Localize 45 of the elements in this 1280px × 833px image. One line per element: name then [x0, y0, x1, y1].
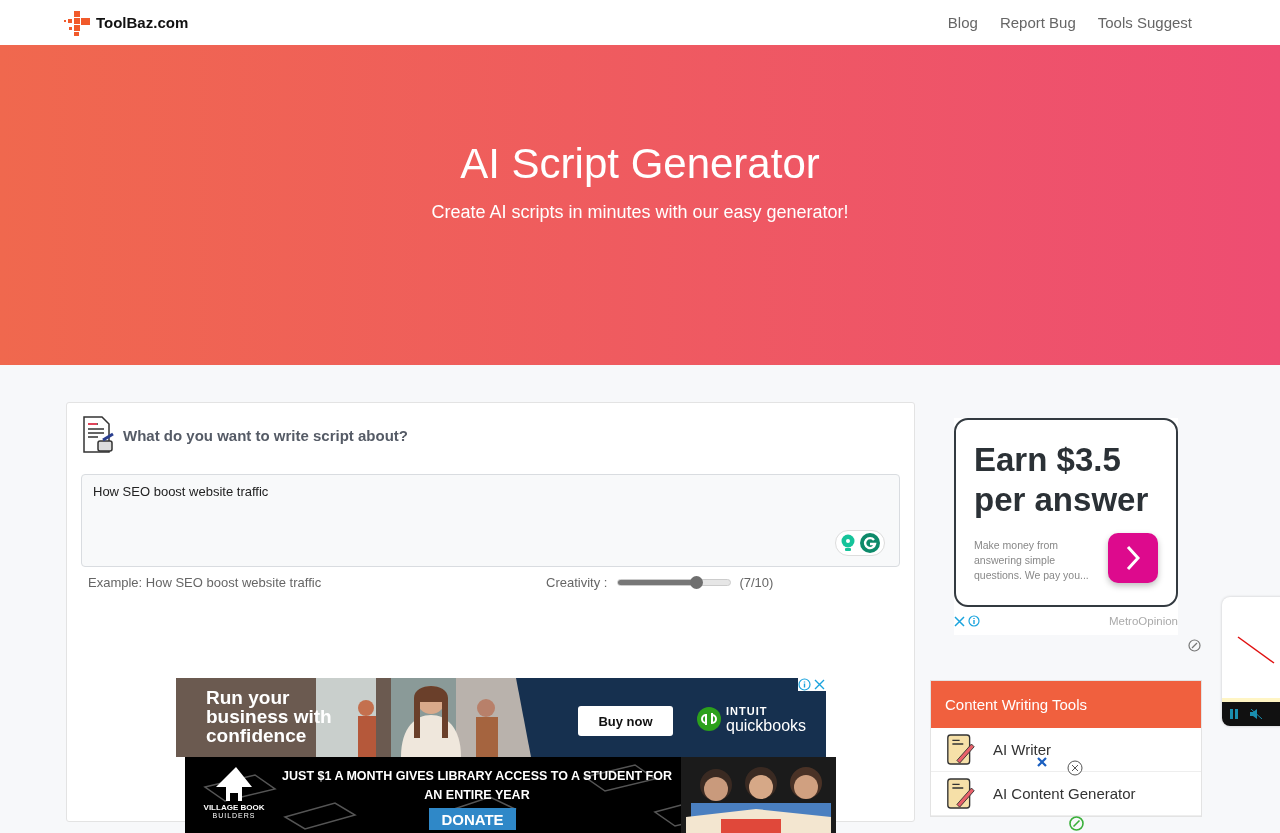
info-icon[interactable]	[968, 615, 980, 627]
creativity-slider[interactable]	[617, 579, 732, 586]
page-title: AI Script Generator	[460, 139, 820, 188]
buy-now-button[interactable]: Buy now	[578, 706, 673, 736]
creativity-label: Creativity :	[546, 575, 608, 590]
line-icon	[1236, 635, 1276, 665]
bulb-icon	[840, 534, 856, 552]
notepad-icon	[946, 777, 976, 810]
nav-link[interactable]: Report Bug	[999, 14, 1076, 31]
slider-thumb[interactable]	[689, 576, 703, 589]
advertiser-name: MetroOpinion	[1108, 615, 1178, 627]
mute-icon[interactable]	[1250, 709, 1262, 719]
topic-input[interactable]: How SEO boost website traffic	[81, 474, 900, 567]
panel-title: Content Writing Tools	[931, 681, 1201, 728]
tool-link[interactable]: AI Writer	[946, 733, 1052, 766]
prompt-heading: What do you want to write script about?	[123, 426, 408, 444]
notepad-icon	[946, 733, 976, 766]
ad-choices-icon[interactable]	[1188, 639, 1201, 652]
pause-icon[interactable]	[1230, 709, 1238, 719]
next-button[interactable]	[1108, 533, 1158, 583]
info-icon[interactable]	[798, 678, 811, 691]
tool-link[interactable]: AI Content Generator	[946, 777, 1136, 810]
g-logo-icon	[860, 533, 880, 553]
writing-assistant-badge[interactable]	[835, 530, 885, 556]
nav-link[interactable]: Blog	[947, 14, 978, 31]
side-ad[interactable]: Earn $3.5 per answer Make money from answering simple questions. We pay you...	[954, 418, 1178, 607]
site-logo[interactable]: ToolBaz.com	[64, 7, 189, 38]
chevron-right-icon	[1125, 544, 1141, 572]
close-icon[interactable]	[1067, 760, 1083, 776]
video-ad[interactable]	[1222, 597, 1280, 726]
close-icon[interactable]	[1037, 757, 1047, 767]
nav-link[interactable]: Tools Suggest	[1097, 14, 1192, 31]
ad-choices-icon[interactable]	[1069, 816, 1084, 831]
logo-text: VILLAGE BOOK	[203, 803, 265, 812]
brand-logo-icon	[697, 707, 721, 731]
brand-name: quickbooks	[726, 716, 807, 734]
ad-description: Make money from answering simple questions. We pay you...	[974, 538, 1090, 583]
brand-tagline: INTUIT	[726, 704, 769, 717]
page-subtitle: Create AI scripts in minutes with our easy generator!	[431, 201, 849, 223]
donate-button[interactable]: DONATE	[429, 808, 516, 830]
document-icon	[81, 416, 115, 454]
ad-message: JUST $1 A MONTH GIVES LIBRARY ACCESS TO A STUDENT FOR AN ENTIRE YEAR	[281, 768, 673, 804]
creativity-value: (7/10)	[739, 575, 774, 590]
ad-headline: Earn $3.5 per answer	[974, 440, 1150, 520]
example-text: Example: How SEO boost website traffic	[88, 575, 323, 590]
